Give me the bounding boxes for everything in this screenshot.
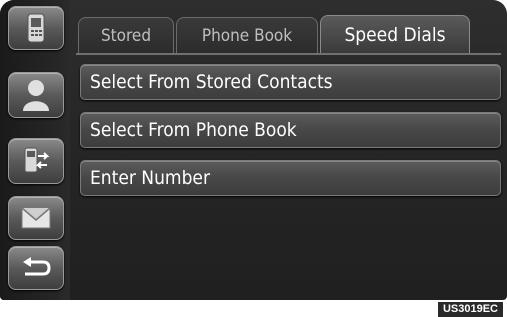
contact-person-icon xyxy=(23,80,49,111)
phone-icon xyxy=(27,13,45,43)
tab-phone-book[interactable]: Phone Book xyxy=(176,17,318,53)
select-from-stored-contacts-button[interactable]: Select From Stored Contacts xyxy=(80,64,501,100)
contacts-button[interactable] xyxy=(8,72,64,118)
enter-number-button[interactable]: Enter Number xyxy=(80,160,501,196)
figure-code: US3019EC xyxy=(437,302,503,317)
phone-button[interactable] xyxy=(8,6,64,50)
messages-button[interactable] xyxy=(8,196,64,240)
transfer-button[interactable] xyxy=(8,138,64,184)
envelope-icon xyxy=(21,207,51,229)
back-button[interactable] xyxy=(8,246,64,290)
back-arrow-icon xyxy=(23,257,51,276)
tab-stored[interactable]: Stored xyxy=(78,17,174,53)
tab-divider xyxy=(76,53,501,55)
tab-speed-dials[interactable]: Speed Dials xyxy=(320,15,470,53)
phone-screen: Stored Phone Book Speed Dials Select Fro… xyxy=(0,0,507,300)
tab-bar: Stored Phone Book Speed Dials xyxy=(76,15,501,53)
sidebar xyxy=(0,0,70,300)
select-from-phone-book-button[interactable]: Select From Phone Book xyxy=(80,112,501,148)
phone-transfer-icon xyxy=(24,147,50,173)
